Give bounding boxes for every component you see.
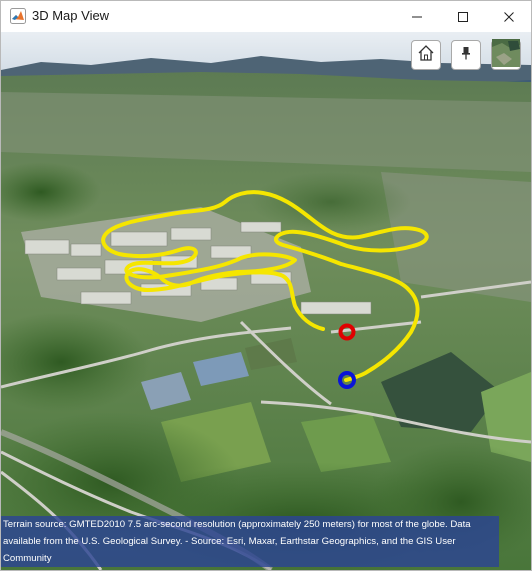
basemap-icon xyxy=(492,39,520,71)
window-title: 3D Map View xyxy=(32,8,110,23)
pin-icon xyxy=(458,45,474,65)
app-window: 3D Map View Terrain source: GMTED2010 7.… xyxy=(0,0,532,571)
forest-top xyxy=(251,172,411,232)
maximize-button[interactable] xyxy=(440,1,486,32)
basemap-button[interactable] xyxy=(491,39,521,71)
terrain-scene[interactable] xyxy=(1,32,531,570)
matlab-app-icon xyxy=(10,8,26,24)
home-button[interactable] xyxy=(411,40,441,70)
map-attribution: Terrain source: GMTED2010 7.5 arc-second… xyxy=(1,516,499,567)
close-button[interactable] xyxy=(486,1,531,32)
pin-button[interactable] xyxy=(451,40,481,70)
map-viewport[interactable]: Terrain source: GMTED2010 7.5 arc-second… xyxy=(1,32,531,570)
title-bar[interactable]: 3D Map View xyxy=(1,1,531,32)
home-icon xyxy=(417,44,435,66)
minimize-button[interactable] xyxy=(394,1,440,32)
